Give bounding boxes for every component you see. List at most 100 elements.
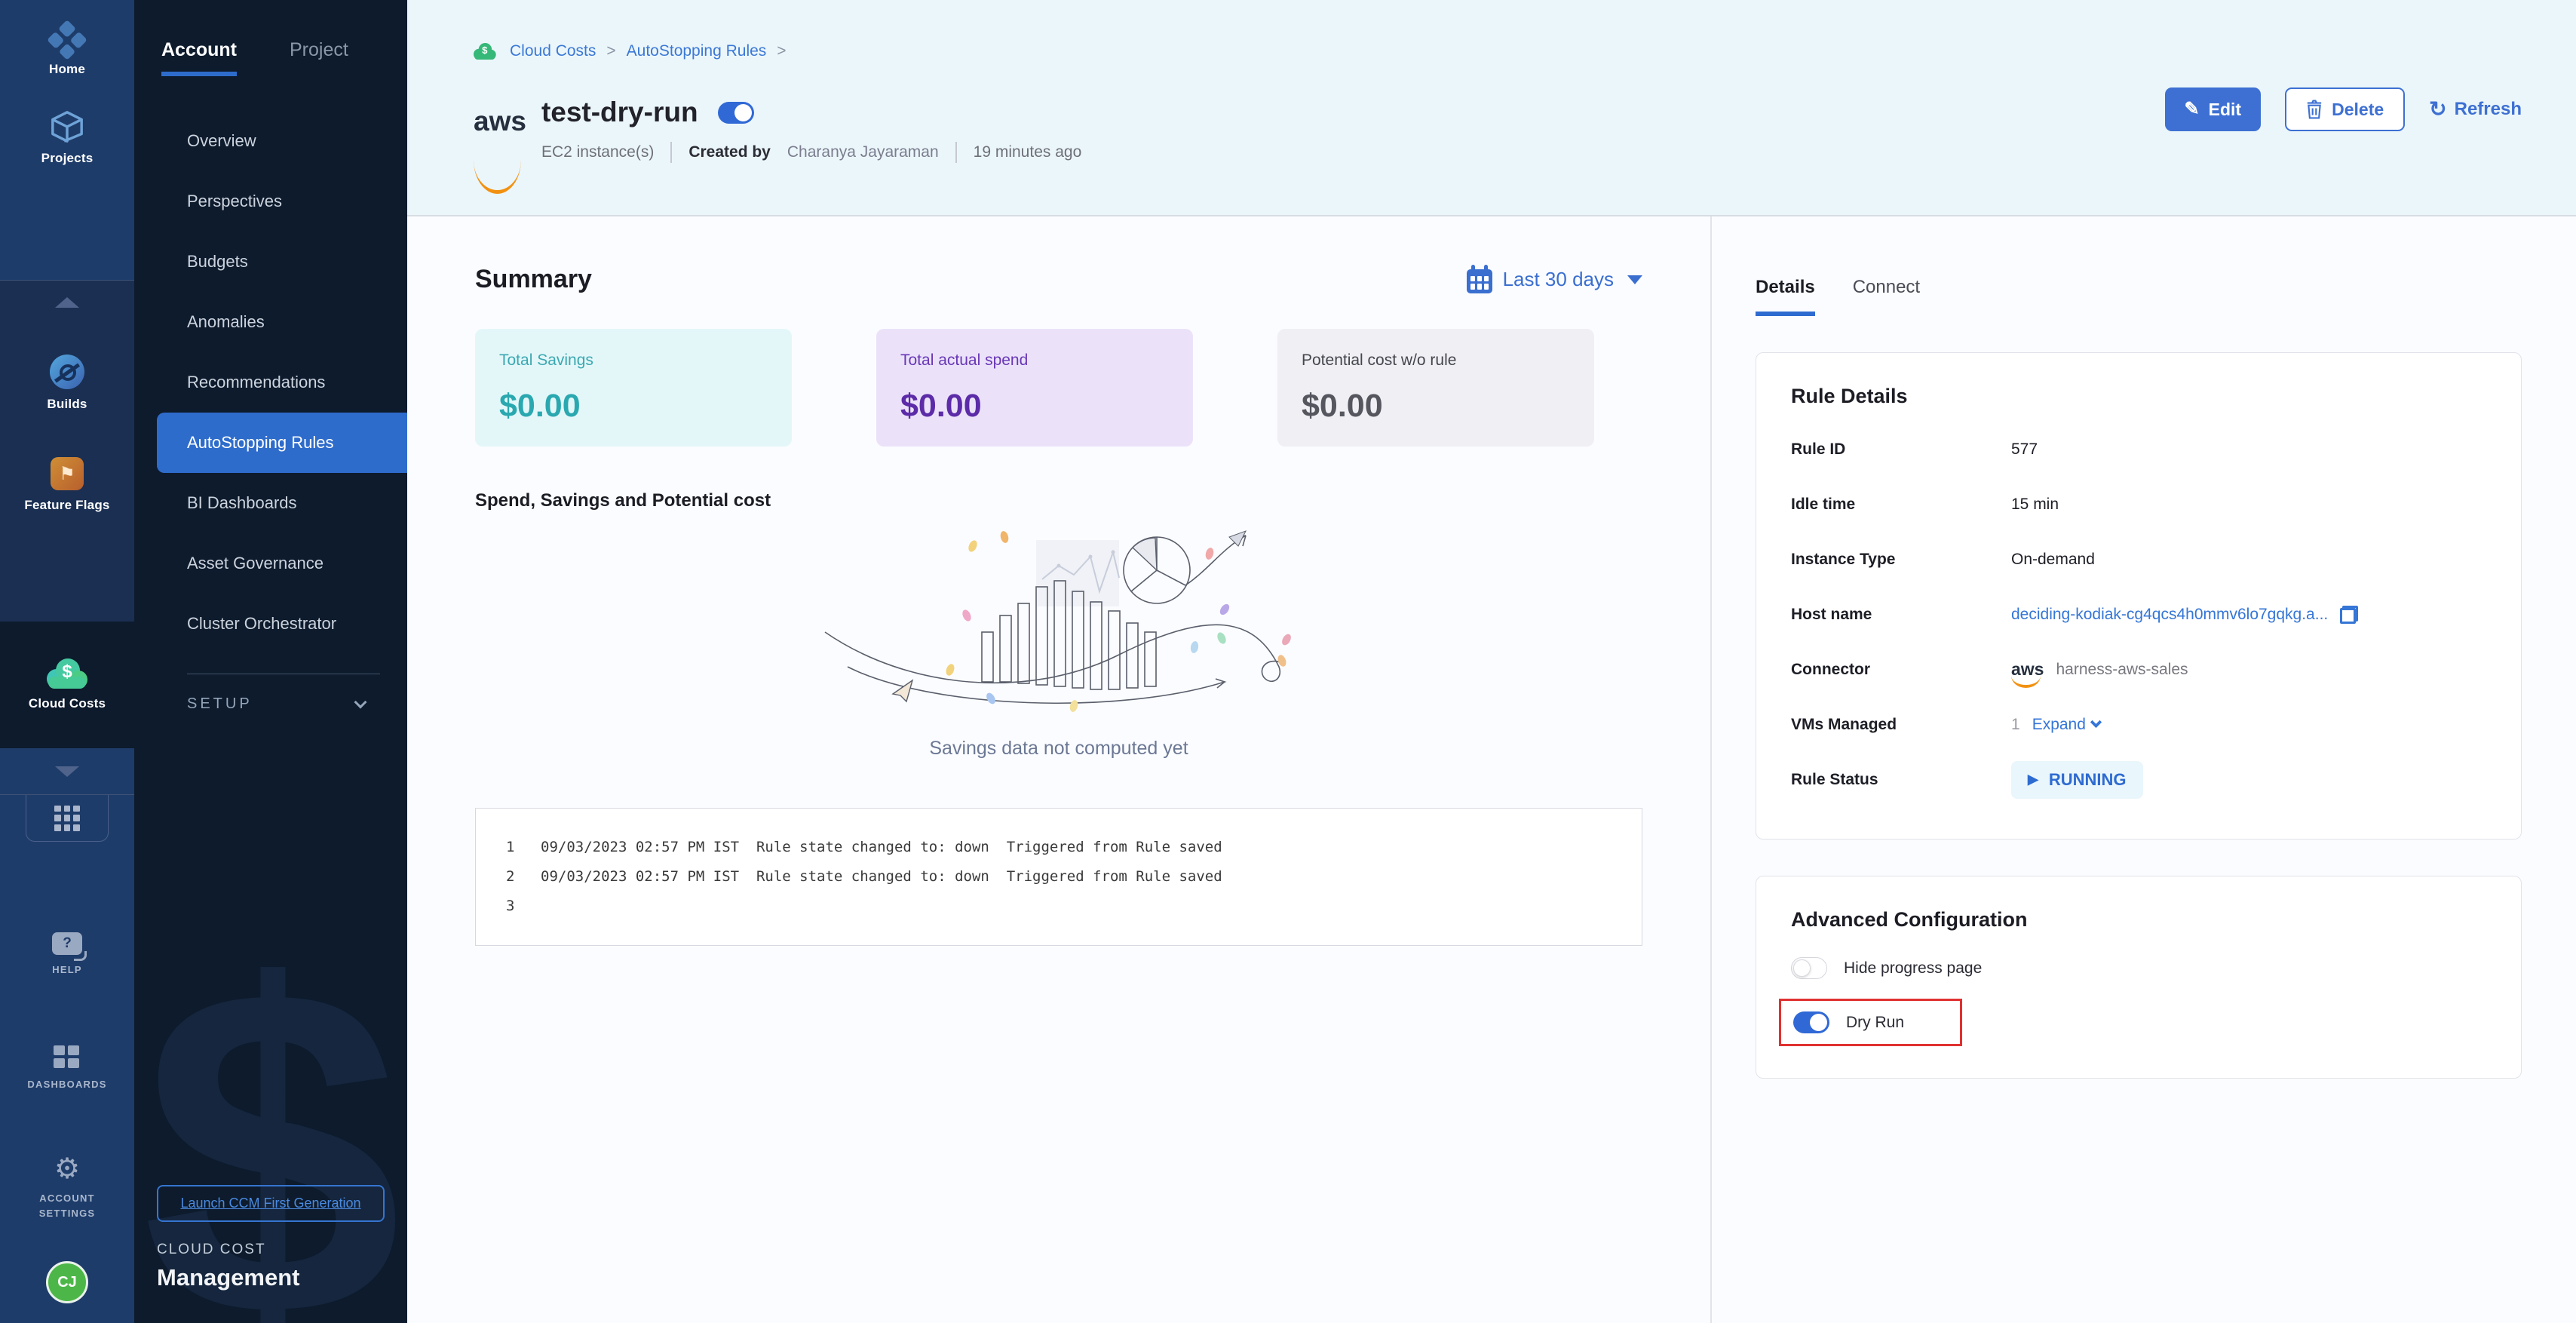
rule-details-heading: Rule Details xyxy=(1791,385,2486,408)
sidebar-menu: Overview Perspectives Budgets Anomalies … xyxy=(134,111,407,654)
apps-grid-icon xyxy=(54,806,80,831)
log-line: 109/03/2023 02:57 PM IST Rule state chan… xyxy=(506,833,1642,862)
collapse-down-icon xyxy=(55,766,79,777)
potential-cost-value: $0.00 xyxy=(1302,388,1570,425)
total-actual-spend-label: Total actual spend xyxy=(900,351,1169,370)
nav-item-projects[interactable]: Projects xyxy=(41,110,94,166)
rule-id-value: 577 xyxy=(2011,440,2038,459)
nav-item-cloud-costs-active[interactable]: $ Cloud Costs xyxy=(0,622,134,748)
feature-flags-icon: ⚑ xyxy=(51,457,84,490)
page-title: test-dry-run xyxy=(541,97,698,128)
toggle-knob xyxy=(1793,959,1811,977)
breadcrumb: $ Cloud Costs > AutoStopping Rules > xyxy=(474,36,2517,66)
host-name-link[interactable]: deciding-kodiak-cg4qcs4h0mmv6lo7gqkg.a..… xyxy=(2011,606,2328,624)
sidebar-item-anomalies[interactable]: Anomalies xyxy=(134,292,407,352)
tab-project[interactable]: Project xyxy=(290,39,348,76)
aws-logo: aws xyxy=(474,107,526,163)
vms-managed-row: VMs Managed 1 Expand xyxy=(1791,697,2486,752)
user-avatar[interactable]: CJ xyxy=(46,1261,88,1303)
dry-run-label: Dry Run xyxy=(1846,1014,1904,1032)
sidebar-item-autostopping-rules[interactable]: AutoStopping Rules xyxy=(157,413,407,473)
created-age: 19 minutes ago xyxy=(974,143,1082,161)
gear-icon: ⚙ xyxy=(54,1155,80,1183)
title-subtitle: EC2 instance(s) Created by Charanya Jaya… xyxy=(541,142,1081,163)
advanced-configuration-heading: Advanced Configuration xyxy=(1791,908,2486,932)
collapse-up-icon[interactable] xyxy=(55,297,79,308)
sidebar-item-budgets[interactable]: Budgets xyxy=(134,232,407,292)
nav-rail: Home Projects Builds ⚑ Feature Flags $ C… xyxy=(0,0,134,1323)
collapse-down-strip[interactable] xyxy=(0,748,134,795)
rule-event-log[interactable]: 109/03/2023 02:57 PM IST Rule state chan… xyxy=(475,808,1642,946)
nav-item-feature-flags[interactable]: ⚑ Feature Flags xyxy=(24,457,109,513)
setup-section-toggle[interactable]: SETUP xyxy=(134,695,407,713)
details-tabs: Details Connect xyxy=(1756,277,2522,316)
toggle-knob xyxy=(734,104,752,121)
builds-icon xyxy=(50,355,84,389)
hide-progress-page-label: Hide progress page xyxy=(1844,959,1982,978)
pencil-icon: ✎ xyxy=(2185,100,2200,118)
nav-item-dashboards[interactable]: DASHBOARDS xyxy=(27,1045,106,1092)
chart-section-title: Spend, Savings and Potential cost xyxy=(475,490,1642,511)
edit-button[interactable]: ✎ Edit xyxy=(2165,87,2262,131)
total-actual-spend-value: $0.00 xyxy=(900,388,1169,425)
hide-progress-page-row: Hide progress page xyxy=(1791,957,2486,979)
nav-item-account-settings-label: ACCOUNTSETTINGS xyxy=(39,1191,96,1220)
tab-details[interactable]: Details xyxy=(1756,277,1815,316)
sidebar-item-recommendations[interactable]: Recommendations xyxy=(134,352,407,413)
instance-type-row: Instance Type On-demand xyxy=(1791,532,2486,587)
delete-button[interactable]: Delete xyxy=(2285,87,2405,131)
nav-rail-top-section: Home Projects xyxy=(0,0,134,280)
sidebar-item-cluster-orchestrator[interactable]: Cluster Orchestrator xyxy=(134,594,407,654)
rule-enabled-toggle[interactable] xyxy=(718,102,754,124)
nav-item-help-label: HELP xyxy=(52,962,81,978)
idle-time-row: Idle time 15 min xyxy=(1791,477,2486,532)
idle-time-value: 15 min xyxy=(2011,496,2059,514)
sidebar-item-perspectives[interactable]: Perspectives xyxy=(134,171,407,232)
summary-cards: Total Savings $0.00 Total actual spend $… xyxy=(475,329,1642,447)
date-range-label: Last 30 days xyxy=(1503,268,1614,291)
advanced-configuration-card: Advanced Configuration Hide progress pag… xyxy=(1756,876,2522,1079)
rule-id-row: Rule ID 577 xyxy=(1791,422,2486,477)
expand-vms-button[interactable]: Expand xyxy=(2032,716,2100,734)
savings-sketch-illustration xyxy=(802,519,1315,730)
play-icon: ▶ xyxy=(2028,772,2038,787)
empty-chart-message: Savings data not computed yet xyxy=(929,738,1188,760)
total-actual-spend-card: Total actual spend $0.00 xyxy=(876,329,1193,447)
tab-connect[interactable]: Connect xyxy=(1853,277,1920,316)
summary-column: Summary Last 30 days Total Savings $0.00… xyxy=(407,216,1710,1323)
brand-line2: Management xyxy=(157,1264,407,1291)
main-area: $ Cloud Costs > AutoStopping Rules > aws… xyxy=(407,0,2576,1323)
total-savings-label: Total Savings xyxy=(499,351,768,370)
sidebar-item-overview[interactable]: Overview xyxy=(134,111,407,171)
refresh-button[interactable]: ↻ Refresh xyxy=(2429,99,2522,120)
nav-item-home[interactable]: Home xyxy=(49,26,85,77)
trash-icon xyxy=(2306,100,2323,119)
summary-title: Summary xyxy=(475,265,592,294)
nav-rail-bottom-section: ? HELP DASHBOARDS ⚙ ACCOUNTSETTINGS CJ xyxy=(0,748,134,1323)
module-switcher-button[interactable] xyxy=(26,795,109,842)
hide-progress-page-toggle[interactable] xyxy=(1791,957,1827,979)
sidebar-item-asset-governance[interactable]: Asset Governance xyxy=(134,533,407,594)
scope-tabs: Account Project xyxy=(134,0,407,76)
created-by-value: Charanya Jayaraman xyxy=(787,143,939,161)
header-actions: ✎ Edit Delete ↻ Refresh xyxy=(2165,87,2522,131)
nav-item-help[interactable]: ? HELP xyxy=(52,932,82,978)
nav-item-cloud-costs-label: Cloud Costs xyxy=(29,696,106,711)
setup-label: SETUP xyxy=(187,695,253,713)
dry-run-highlight-box: Dry Run xyxy=(1779,999,1962,1046)
launch-ccm-first-gen-button[interactable]: Launch CCM First Generation xyxy=(157,1185,385,1222)
tab-account[interactable]: Account xyxy=(161,39,237,76)
breadcrumb-cloud-costs[interactable]: Cloud Costs xyxy=(510,42,596,60)
help-chat-icon: ? xyxy=(52,932,82,955)
connector-name: harness-aws-sales xyxy=(2056,661,2188,679)
host-name-row: Host name deciding-kodiak-cg4qcs4h0mmv6l… xyxy=(1791,587,2486,642)
nav-item-builds[interactable]: Builds xyxy=(47,355,87,412)
refresh-icon: ↻ xyxy=(2429,99,2446,120)
copy-icon[interactable] xyxy=(2340,606,2358,624)
breadcrumb-autostopping-rules[interactable]: AutoStopping Rules xyxy=(627,42,767,60)
nav-rail-modules-section: Builds ⚑ Feature Flags xyxy=(0,280,134,622)
dry-run-toggle[interactable] xyxy=(1793,1011,1829,1033)
nav-item-account-settings[interactable]: ⚙ ACCOUNTSETTINGS xyxy=(39,1155,96,1220)
sidebar-item-bi-dashboards[interactable]: BI Dashboards xyxy=(134,473,407,533)
date-range-selector[interactable]: Last 30 days xyxy=(1467,266,1642,293)
